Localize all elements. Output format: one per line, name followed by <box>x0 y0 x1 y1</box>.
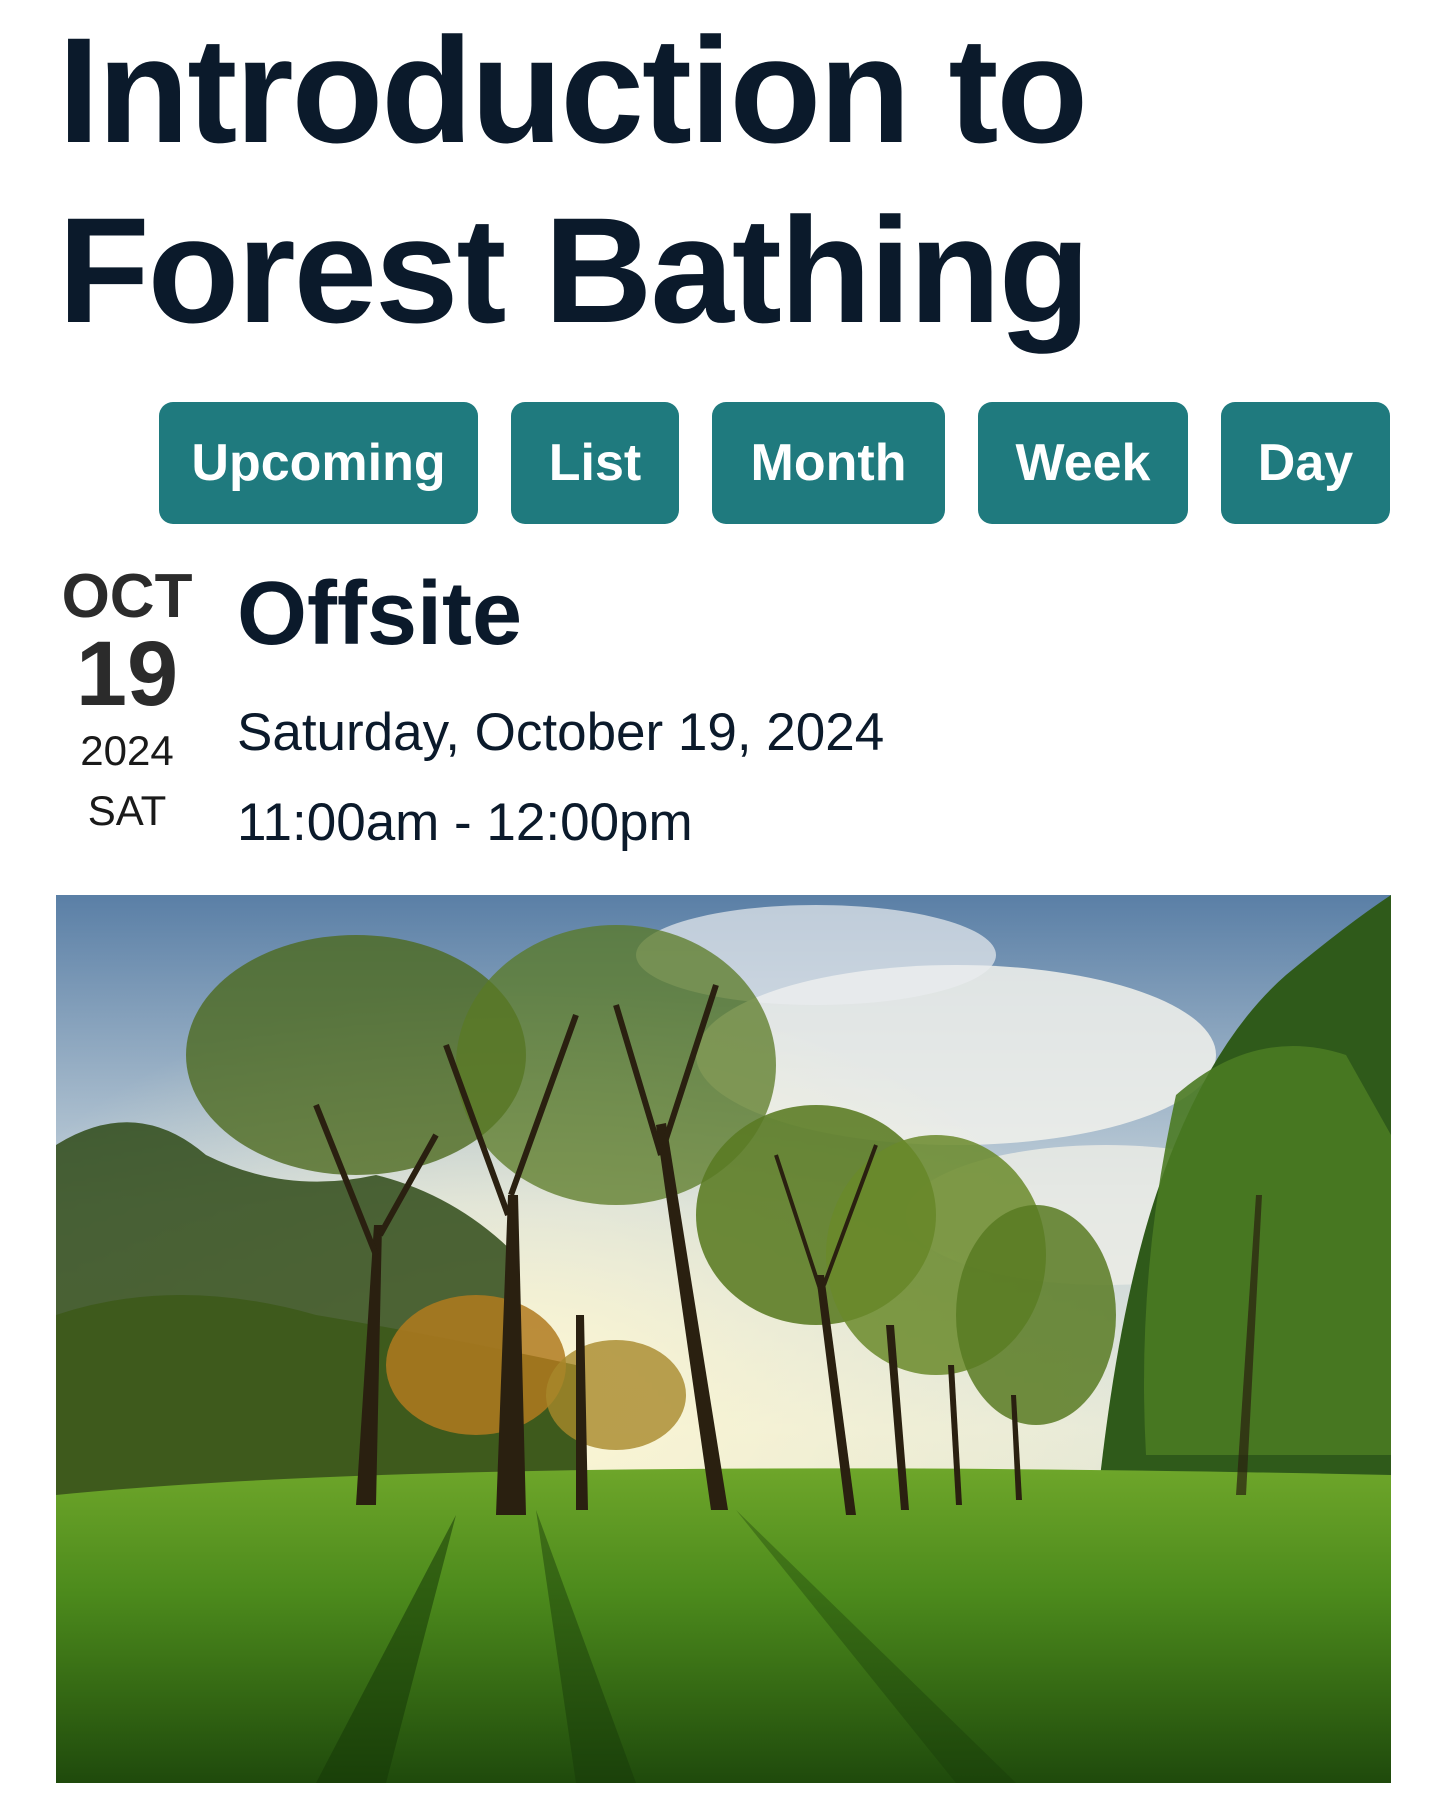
event-title: Introduction to Forest Bathing <box>58 6 1090 354</box>
list-view-button[interactable]: List <box>511 402 679 524</box>
date-badge-day: 19 <box>75 623 179 725</box>
date-badge-month: OCT <box>61 562 193 631</box>
calendar-view-nav: Upcoming List Month Week Day <box>159 402 1390 524</box>
event-time: 11:00am - 12:00pm <box>237 793 693 852</box>
event-venue: Offsite <box>237 564 523 664</box>
event-image-forest <box>56 895 1391 1783</box>
date-badge-weekday: SAT <box>87 787 167 834</box>
event-date-badge: OCT 19 2024 SAT <box>52 562 202 842</box>
event-date: Saturday, October 19, 2024 <box>237 703 885 762</box>
event-details: Offsite Saturday, October 19, 2024 11:00… <box>237 562 1337 858</box>
day-view-button[interactable]: Day <box>1221 402 1390 524</box>
upcoming-view-button[interactable]: Upcoming <box>159 402 478 524</box>
date-badge-year: 2024 <box>80 727 174 774</box>
week-view-button[interactable]: Week <box>978 402 1188 524</box>
month-view-button[interactable]: Month <box>712 402 945 524</box>
